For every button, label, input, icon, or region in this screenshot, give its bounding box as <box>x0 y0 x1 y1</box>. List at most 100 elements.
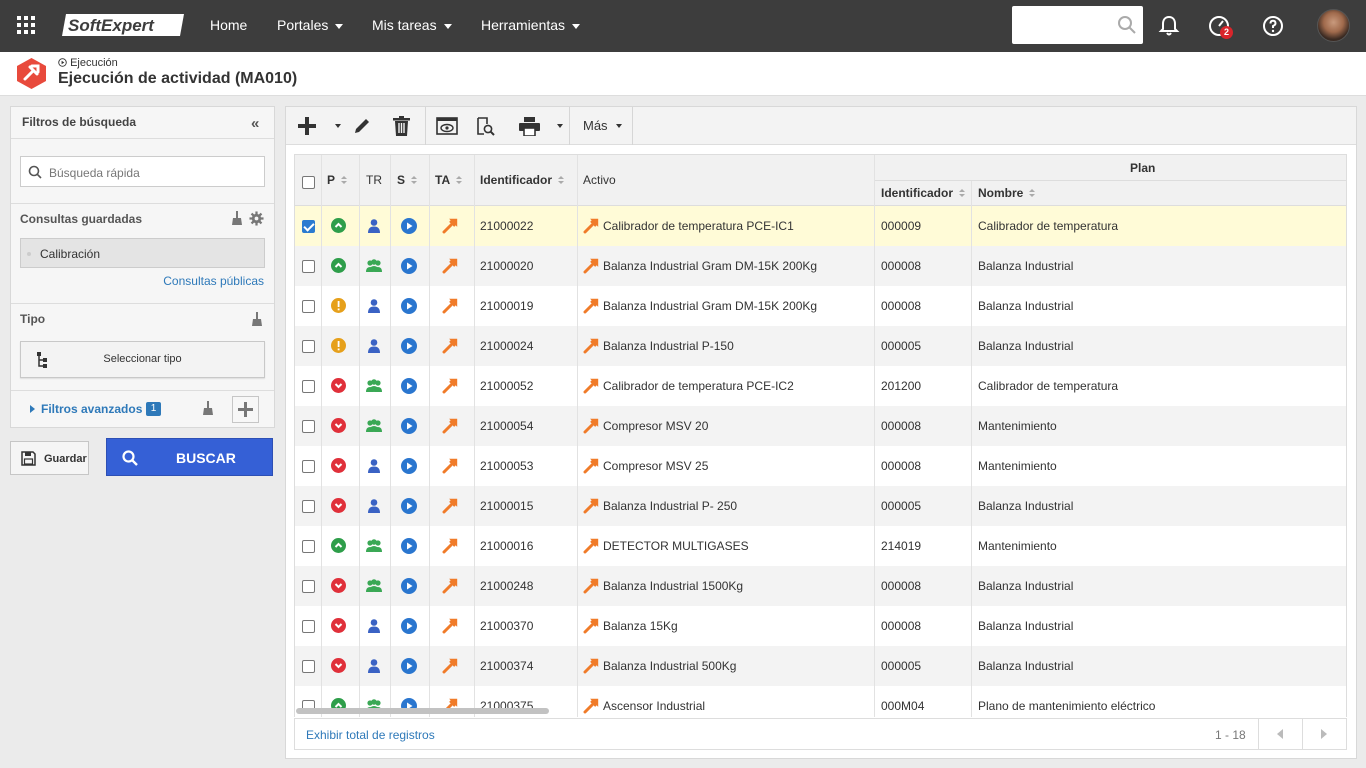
top-navbar: SoftExpert Home Portales Mis tareas Herr… <box>0 0 1366 52</box>
row-checkbox[interactable] <box>302 580 315 593</box>
row-checkbox[interactable] <box>302 420 315 433</box>
tool-icon <box>583 498 599 514</box>
table-row[interactable]: 21000374 Balanza Industrial 500Kg 000005 Ba… <box>295 646 1346 686</box>
table-row[interactable]: 21000053 Compresor MSV 25 000008 Mantenimie… <box>295 446 1346 486</box>
cell-plan-identificador: 000008 <box>881 419 922 433</box>
cell-identificador: 21000016 <box>480 539 534 553</box>
user-avatar[interactable] <box>1317 9 1350 42</box>
cell-activo: Balanza Industrial P- 250 <box>603 499 738 513</box>
search-icon <box>1118 16 1136 34</box>
print-icon[interactable] <box>519 117 540 136</box>
cell-activo: Calibrador de temperatura PCE-IC2 <box>603 379 794 393</box>
table-row[interactable]: 21000024 Balanza Industrial P-150 000005 Ba… <box>295 326 1346 366</box>
table-row[interactable]: 21000248 Balanza Industrial 1500Kg 000008 B… <box>295 566 1346 606</box>
public-queries-link[interactable]: Consultas públicas <box>163 274 264 288</box>
table-row[interactable]: 21000054 Compresor MSV 20 000008 Mantenimie… <box>295 406 1346 446</box>
nav-portales[interactable]: Portales <box>277 0 344 52</box>
row-checkbox[interactable] <box>302 220 315 233</box>
col-identificador[interactable]: Identificador <box>480 173 565 187</box>
print-dropdown-caret[interactable] <box>557 124 563 128</box>
plus-icon <box>238 402 253 417</box>
search-button[interactable]: BUSCAR <box>106 438 273 476</box>
save-button[interactable]: Guardar <box>10 441 89 475</box>
row-checkbox[interactable] <box>302 500 315 513</box>
edit-pencil-icon[interactable] <box>353 116 372 135</box>
row-checkbox[interactable] <box>302 460 315 473</box>
bell-icon[interactable] <box>1157 14 1181 38</box>
tool-icon <box>583 578 599 594</box>
collapse-panel-icon[interactable]: « <box>251 115 259 132</box>
cell-plan-nombre: Balanza Industrial <box>978 339 1074 353</box>
cell-activo: Calibrador de temperatura PCE-IC1 <box>603 219 794 233</box>
priority-down-icon <box>331 378 346 393</box>
col-plan-nombre[interactable]: Nombre <box>978 186 1036 200</box>
sort-icon <box>411 176 418 185</box>
breadcrumb[interactable]: Ejecución <box>58 57 118 69</box>
clear-broom-icon[interactable] <box>251 312 263 326</box>
cell-plan-nombre: Mantenimiento <box>978 459 1057 473</box>
gear-icon[interactable] <box>249 211 264 226</box>
user-icon <box>368 619 380 633</box>
add-filter-button[interactable] <box>232 396 259 423</box>
table-row[interactable]: 21000370 Balanza 15Kg 000008 Balanza Indust… <box>295 606 1346 646</box>
show-total-link[interactable]: Exhibir total de registros <box>306 728 435 742</box>
horizontal-scrollbar[interactable] <box>296 708 549 714</box>
table-row[interactable]: 21000016 DETECTOR MULTIGASES 214019 Manteni… <box>295 526 1346 566</box>
row-checkbox[interactable] <box>302 540 315 553</box>
row-checkbox[interactable] <box>302 380 315 393</box>
view-window-icon[interactable] <box>436 117 458 135</box>
tool-icon <box>583 458 599 474</box>
cell-plan-nombre: Balanza Industrial <box>978 619 1074 633</box>
tool-icon <box>442 338 458 354</box>
clear-broom-icon[interactable] <box>202 401 214 415</box>
trash-icon[interactable] <box>392 116 411 136</box>
previous-page-button[interactable] <box>1258 719 1302 749</box>
table-row[interactable]: 21000019 Balanza Industrial Gram DM-15K 2… <box>295 286 1346 326</box>
expand-caret-icon[interactable] <box>30 405 35 413</box>
select-all-checkbox[interactable] <box>302 176 315 189</box>
nav-herramientas[interactable]: Herramientas <box>481 0 581 52</box>
row-checkbox[interactable] <box>302 260 315 273</box>
more-menu-button[interactable]: Más <box>583 118 608 133</box>
global-search-input[interactable] <box>1012 6 1143 44</box>
quick-search-input[interactable]: Búsqueda rápida <box>20 156 265 187</box>
row-checkbox[interactable] <box>302 660 315 673</box>
apps-grid-icon[interactable] <box>16 15 36 35</box>
row-checkbox[interactable] <box>302 340 315 353</box>
divider <box>11 390 274 391</box>
col-p[interactable]: P <box>327 173 348 187</box>
play-circle-icon <box>58 58 67 67</box>
help-icon[interactable] <box>1261 14 1285 38</box>
col-plan-identificador[interactable]: Identificador <box>881 186 966 200</box>
nav-home[interactable]: Home <box>210 0 247 52</box>
col-s[interactable]: S <box>397 173 418 187</box>
tool-icon <box>442 218 458 234</box>
document-search-icon[interactable] <box>476 117 495 136</box>
col-divider <box>874 155 875 717</box>
table-row[interactable]: 21000052 Calibrador de temperatura PCE-IC… <box>295 366 1346 406</box>
table-row[interactable]: 21000020 Balanza Industrial Gram DM-15K 2… <box>295 246 1346 286</box>
col-tr[interactable]: TR <box>366 173 382 187</box>
table-row[interactable]: 21000022 Calibrador de temperatura PCE-IC… <box>295 206 1346 246</box>
clear-broom-icon[interactable] <box>231 211 243 225</box>
row-checkbox[interactable] <box>302 300 315 313</box>
add-dropdown-caret[interactable] <box>335 124 341 128</box>
priority-up-icon <box>331 218 346 233</box>
nav-mis-tareas[interactable]: Mis tareas <box>372 0 452 52</box>
cell-plan-identificador: 000008 <box>881 299 922 313</box>
cell-activo: Balanza Industrial Gram DM-15K 200Kg <box>603 299 818 313</box>
table-row[interactable]: 21000015 Balanza Industrial P- 250 000005 B… <box>295 486 1346 526</box>
cell-activo: DETECTOR MULTIGASES <box>603 539 749 553</box>
saved-query-item[interactable]: Calibración <box>20 238 265 268</box>
next-page-button[interactable] <box>1302 719 1346 749</box>
col-activo[interactable]: Activo <box>583 173 616 187</box>
advanced-filters-toggle[interactable]: Filtros avanzados <box>41 402 142 416</box>
softexpert-logo[interactable]: SoftExpert <box>62 12 188 38</box>
col-ta[interactable]: TA <box>435 173 463 187</box>
add-icon[interactable] <box>298 117 316 135</box>
user-icon <box>368 459 380 473</box>
select-type-button[interactable]: Seleccionar tipo <box>20 341 265 378</box>
toolbar: Más <box>286 107 1356 145</box>
row-checkbox[interactable] <box>302 620 315 633</box>
play-status-icon <box>401 298 417 314</box>
